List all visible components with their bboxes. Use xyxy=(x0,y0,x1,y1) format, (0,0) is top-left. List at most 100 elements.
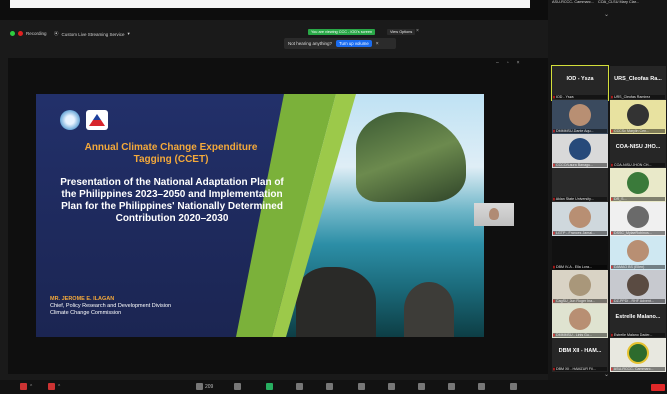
participant-tile[interactable]: ▮ DAMAO BS (Ellen) xyxy=(610,236,666,270)
participant-label: ▮ CCCSc Marylin Cen... xyxy=(611,129,665,133)
participant-tile[interactable]: ▮ DZ-PPDI - RHF Advent... xyxy=(610,270,666,304)
participant-label: ▮ DR_S... xyxy=(611,197,665,201)
shield-icon xyxy=(510,383,517,390)
participant-label: ▮ COA-NISU JHON CH... xyxy=(611,163,665,167)
participant-tile[interactable]: ▮ CCCO/Laura Banagu... xyxy=(552,134,608,168)
presenter-name: MR. JEROME E. ILAGAN xyxy=(50,296,115,302)
participant-tile[interactable]: ▮ DMMMSU - Linis Gu... xyxy=(552,304,608,338)
participant-tile[interactable]: ▮ CagSU_Jun Roger Ina... xyxy=(552,270,608,304)
participant-label-text: CCCSc Marylin Cen... xyxy=(613,129,650,133)
presenter-org: Climate Change Commission xyxy=(50,310,122,316)
close-icon[interactable]: × xyxy=(416,28,419,34)
participant-label-text: CCCO/Laura Banagu... xyxy=(555,163,594,167)
window-controls: – ▫ × xyxy=(496,60,519,66)
audio-hint-banner: Not hearing anything? Turn up volume × xyxy=(284,38,396,49)
participant-label-text: COA-NISU JHON CH... xyxy=(613,163,652,167)
participants-count: 209 xyxy=(205,383,214,390)
apps-button[interactable] xyxy=(358,383,365,390)
avatar xyxy=(569,138,591,160)
speaker-thumbnail[interactable] xyxy=(474,203,514,226)
notes-icon xyxy=(418,383,425,390)
presenter-title: Chief, Policy Research and Development D… xyxy=(50,303,172,309)
participant-tile[interactable]: Estrelle Malano... ▮ Estrelle Malano Dad… xyxy=(610,304,666,338)
view-options-button[interactable]: View Options xyxy=(387,29,416,35)
captions-icon xyxy=(448,383,455,390)
participant-tile[interactable]: DBM XII - HAM... ▮ DBM XII - HAMZUR Fil.… xyxy=(552,338,608,372)
participant-label-text: DBM IV-A - Ella Lora... xyxy=(555,265,592,269)
participant-tile[interactable]: ▮ Aklan State University... xyxy=(552,168,608,202)
close-icon[interactable]: × xyxy=(517,60,520,66)
notes-button[interactable] xyxy=(418,383,425,390)
participant-label: ▮ DMMMSU-Dante Aqu... xyxy=(553,129,607,133)
record-icon xyxy=(18,31,23,36)
security-button[interactable] xyxy=(510,383,517,390)
participant-tile[interactable]: URS_Cleofas Ra... ▮ URS_Cleofas Ramirez xyxy=(610,66,666,100)
participant-label-text: DZ-PPDI - RHF Advent... xyxy=(613,299,654,303)
mic-icon xyxy=(20,383,27,390)
participant-name: URS_Cleofas Ra... xyxy=(614,76,662,82)
video-button[interactable]: ⌃ xyxy=(48,383,61,390)
avatar xyxy=(569,274,591,296)
presenter-block: MR. JEROME E. ILAGAN Chief, Policy Resea… xyxy=(50,296,171,317)
apps-icon xyxy=(358,383,365,390)
presentation-slide: Annual Climate Change Expenditure Taggin… xyxy=(36,94,484,337)
panel-top-labels: ASU-RCCC- Cammarc... COA_CLSU Mary Clar.… xyxy=(552,0,664,10)
participant-tile[interactable]: ▮ DBM IV-A - Ella Lora... xyxy=(552,236,608,270)
camera-icon xyxy=(48,383,55,390)
recording-indicator[interactable]: Recording xyxy=(10,31,47,36)
more-icon xyxy=(478,383,485,390)
more-button[interactable] xyxy=(478,383,485,390)
captions-button[interactable] xyxy=(448,383,455,390)
participants-button[interactable]: 209 xyxy=(196,383,213,390)
chat-button[interactable] xyxy=(234,383,241,390)
participant-label-text: IOD - Ysza xyxy=(555,95,574,99)
top-participant-label: COA_CLSU Mary Clar... xyxy=(597,0,639,4)
live-stream-indicator[interactable]: ⦿ Custom Live Streaming Service ▾ xyxy=(54,31,130,37)
record-button[interactable] xyxy=(296,383,303,390)
leave-button[interactable] xyxy=(651,384,665,391)
top-strip xyxy=(0,0,548,20)
participant-label-text: DMMMSU-Dante Aqu... xyxy=(555,129,594,133)
participant-tile[interactable]: ▮ LGTP - Frances Jamal... xyxy=(552,202,608,236)
participant-tile[interactable]: COA-NISU JHO... ▮ COA-NISU JHON CH... xyxy=(610,134,666,168)
mute-button[interactable]: ⌃ xyxy=(20,383,33,390)
avatar xyxy=(627,172,649,194)
avatar xyxy=(627,274,649,296)
participant-label-text: Aklan State University... xyxy=(555,197,594,201)
audio-hint-text: Not hearing anything? xyxy=(288,41,333,46)
participant-label-text: DR_S... xyxy=(613,197,627,201)
participant-label: ▮ IOD - Ysza xyxy=(553,95,607,99)
participant-tile[interactable]: ▮ ASU-RCCC- Cammarc... xyxy=(610,338,666,372)
zoom-window: Recording ⦿ Custom Live Streaming Servic… xyxy=(0,0,667,394)
ccc-logo-icon xyxy=(60,110,80,130)
participant-label: ▮ DBM XII - HAMZUR Fil... xyxy=(553,367,607,371)
recording-label: Recording xyxy=(26,31,47,36)
restore-icon[interactable]: ▫ xyxy=(507,60,509,66)
chevron-down-icon[interactable]: ⌄ xyxy=(604,11,609,18)
top-participant-label: ASU-RCCC- Cammarc... xyxy=(552,0,594,4)
participant-tile[interactable]: IOD - Ysza ▮ IOD - Ysza xyxy=(551,65,609,101)
participant-tile[interactable]: ▮ CCCSc Marylin Cen... xyxy=(610,100,666,134)
slide-logos xyxy=(60,110,108,130)
avatar xyxy=(627,206,649,228)
chevron-up-icon: ⌃ xyxy=(57,383,62,390)
participant-name: DBM XII - HAM... xyxy=(558,348,602,354)
participant-label: ▮ CCCO/Laura Banagu... xyxy=(553,163,607,167)
whiteboard-button[interactable] xyxy=(388,383,395,390)
avatar xyxy=(627,104,649,126)
stream-label: Custom Live Streaming Service xyxy=(61,31,125,37)
close-icon[interactable]: × xyxy=(376,41,379,47)
turn-up-volume-button[interactable]: Turn up volume xyxy=(336,40,372,47)
reactions-button[interactable] xyxy=(326,383,333,390)
participant-tile[interactable]: ▮ DR_S... xyxy=(610,168,666,202)
participant-label-text: DBM XII - HAMZUR Fil... xyxy=(555,367,596,371)
participant-label-text: DSSC_MylaeRobinos... xyxy=(613,231,652,235)
share-screen-button[interactable] xyxy=(266,383,273,390)
minimize-icon[interactable]: – xyxy=(496,60,499,66)
security-icon xyxy=(10,31,15,36)
participant-label-text: Estrelle Malano Dader... xyxy=(613,333,653,337)
participant-label: ▮ DSSC_MylaeRobinos... xyxy=(611,231,665,235)
chevron-down-icon[interactable]: ⌄ xyxy=(604,371,609,378)
participant-tile[interactable]: ▮ DSSC_MylaeRobinos... xyxy=(610,202,666,236)
participant-tile[interactable]: ▮ DMMMSU-Dante Aqu... xyxy=(552,100,608,134)
